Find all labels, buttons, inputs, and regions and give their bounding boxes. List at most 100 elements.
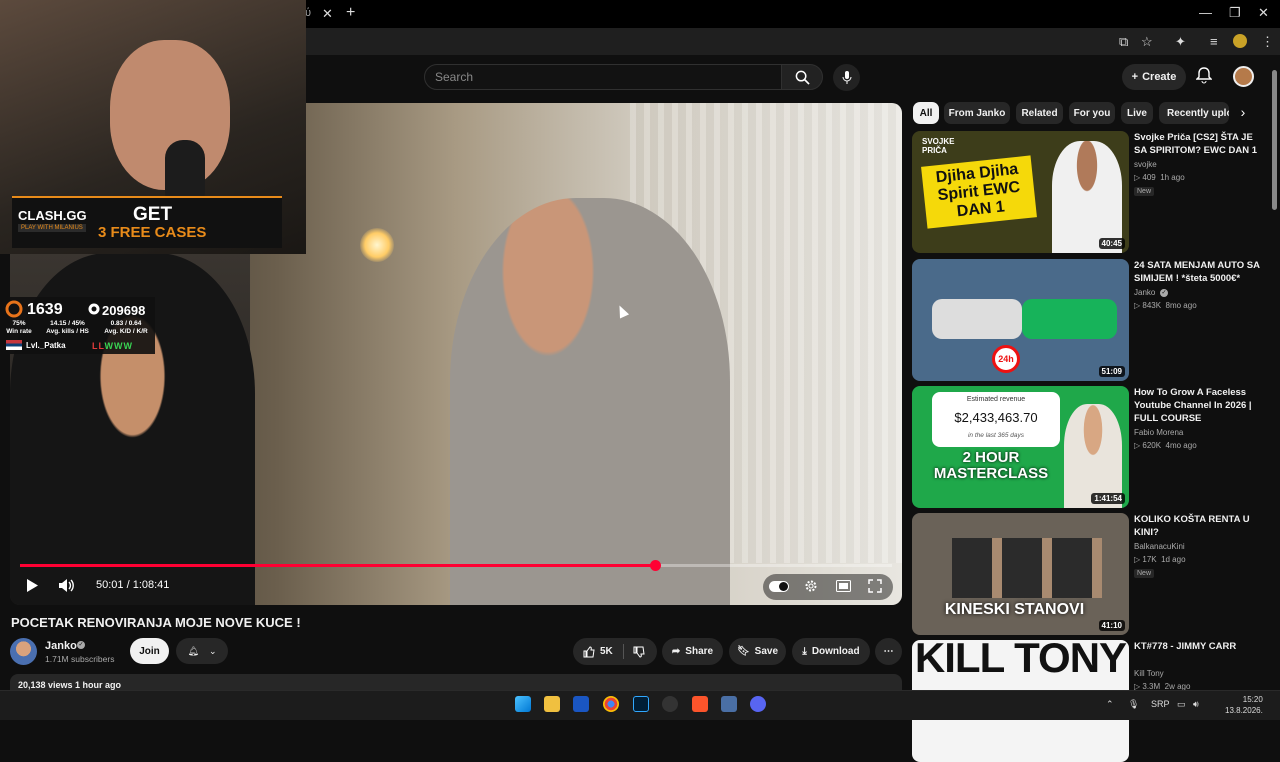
player-nickname: Lvl._Patka [26, 341, 66, 350]
window-close-icon[interactable]: ✕ [1258, 5, 1269, 21]
restore-icon[interactable]: ❐ [1229, 5, 1241, 21]
settings-gear-icon[interactable] [804, 579, 818, 593]
stat-kd-label: Avg. K/D / K/R [104, 328, 148, 335]
brave-icon[interactable] [692, 696, 708, 712]
rec-duration: 41:10 [1098, 620, 1125, 631]
chip-from-channel[interactable]: From Janko [944, 102, 1010, 124]
subscription-notifications-button[interactable]: 🔔︎ ⌄ [176, 638, 228, 664]
tray-mic-icon[interactable]: 🎙︎ [1128, 699, 1139, 710]
rec-thumbnail[interactable]: Estimated revenue $2,433,463.70 in the las… [912, 386, 1129, 508]
thumbs-down-icon[interactable] [633, 646, 645, 658]
rec-channel[interactable]: Fabio Morena [1134, 428, 1183, 437]
search-input[interactable]: Search [424, 64, 782, 90]
rec-thumbnail[interactable]: 24h 51:09 [912, 259, 1129, 381]
cast-icon[interactable]: ⧉ [1119, 34, 1128, 50]
notifications-bell-icon[interactable] [1196, 67, 1212, 84]
chip-recently-uploaded[interactable]: Recently uplo [1159, 102, 1229, 124]
search-button[interactable] [781, 64, 823, 90]
calculator-icon[interactable] [721, 696, 737, 712]
rec-title[interactable]: KOLIKO KOŠTA RENTA U KINI? [1134, 513, 1264, 539]
stat-kd-value: 0.83 / 0.64 [110, 320, 142, 327]
clock-time: 15:20 [1242, 695, 1263, 704]
stat-winrate: 75% Win rate [4, 320, 34, 336]
rec-channel[interactable]: svojke [1134, 160, 1157, 169]
like-count: 5K [600, 646, 613, 657]
new-tab-icon[interactable]: + [346, 4, 355, 22]
download-label: Download [811, 646, 860, 657]
discord-icon[interactable] [750, 696, 766, 712]
volume-icon[interactable] [58, 578, 76, 593]
join-button[interactable]: Join [130, 638, 169, 664]
plus-icon: + [1131, 71, 1139, 83]
like-button[interactable]: 5K [583, 645, 613, 658]
file-explorer-icon[interactable] [544, 696, 560, 712]
browser-profile-avatar[interactable] [1233, 34, 1247, 48]
video-lamp [360, 228, 394, 262]
thumb-headline: 24h [992, 345, 1020, 373]
account-avatar[interactable] [1233, 66, 1254, 87]
theater-mode-icon[interactable] [836, 580, 851, 592]
rec-thumbnail[interactable]: KINESKI STANOVI 41:10 [912, 513, 1129, 635]
rec-channel[interactable]: BalkanacuKini [1134, 542, 1185, 551]
create-button[interactable]: + Create [1122, 64, 1186, 90]
rec-views: 17K [1142, 555, 1157, 564]
verified-check-icon: ✓ [1160, 289, 1168, 297]
share-icon: ➦ [671, 646, 681, 657]
rec-title[interactable]: Svojke Priča [CS2] ŠTA JE SA SPIRITOM? E… [1134, 131, 1264, 157]
bookmark-star-icon[interactable]: ☆ [1141, 34, 1153, 50]
create-label: Create [1142, 71, 1177, 83]
chip-for-you[interactable]: For you [1069, 102, 1115, 124]
more-actions-button[interactable]: ⋯ [875, 638, 902, 665]
rec-views: 409 [1142, 173, 1156, 182]
network-icon[interactable]: ▭ [1177, 699, 1186, 710]
progress-played [20, 564, 655, 567]
clock[interactable]: 15:20 13.8.2026. [1225, 694, 1263, 716]
input-language[interactable]: SRP [1151, 699, 1170, 709]
fullscreen-icon[interactable] [868, 579, 882, 593]
rec-title[interactable]: How To Grow A Faceless Youtube Channel I… [1134, 386, 1264, 425]
thumb-tag: SVOJKE PRIČA [922, 137, 955, 155]
chip-live[interactable]: Live [1121, 102, 1153, 124]
progress-scrubber[interactable] [649, 560, 661, 571]
photoshop-icon[interactable] [633, 696, 649, 712]
tab-close-icon[interactable]: ✕ [322, 6, 333, 22]
stat-winrate-label: Win rate [6, 328, 32, 335]
rec-title[interactable]: 24 SATA MENJAM AUTO SA SIMIJEM ! *šteta … [1134, 259, 1264, 285]
chip-all[interactable]: All [913, 102, 939, 124]
autoplay-toggle[interactable] [769, 581, 789, 592]
minimize-icon[interactable]: — [1199, 5, 1212, 20]
chevron-right-icon[interactable]: › [1233, 104, 1253, 124]
video-title: POCETAK RENOVIRANJA MOJE NOVE KUCE ! [11, 615, 301, 630]
rec-title[interactable]: KT#778 - JIMMY CARR [1134, 640, 1264, 653]
clock-date: 13.8.2026. [1225, 706, 1263, 715]
verified-check-icon: ✓ [77, 641, 85, 649]
speaker-icon[interactable]: 🔊︎ [1193, 699, 1199, 710]
chip-related[interactable]: Related [1016, 102, 1063, 124]
play-icon[interactable] [25, 578, 39, 593]
channel-name[interactable]: Janko [45, 640, 77, 652]
rec-thumbnail[interactable]: SVOJKE PRIČA Djiha Djiha Spirit EWC DAN 1… [912, 131, 1129, 253]
stat-kills-value: 14.15 / 45% [50, 320, 85, 327]
rec-channel[interactable]: Janko [1134, 288, 1155, 297]
start-menu-icon[interactable] [515, 696, 531, 712]
share-button[interactable]: ➦ Share [662, 638, 723, 665]
voice-search-button[interactable] [833, 64, 860, 91]
chrome-icon[interactable] [603, 696, 619, 712]
description-box[interactable]: 20,138 views 1 hour ago [10, 674, 902, 690]
scrollbar-thumb[interactable] [1272, 70, 1277, 210]
vpn-app-icon[interactable] [573, 696, 589, 712]
sponsor-cases-text: 3 FREE CASES [98, 224, 207, 241]
extensions-icon[interactable]: ✦ [1175, 34, 1186, 50]
rec-channel[interactable]: Kill Tony [1134, 669, 1164, 678]
browser-menu-icon[interactable]: ⋮ [1261, 34, 1274, 50]
subscriber-count: 1.71M subscribers [45, 654, 115, 664]
download-icon: ⤓ [802, 646, 807, 657]
points-value: 209698 [102, 303, 146, 318]
download-button[interactable]: ⤓ Download [792, 638, 870, 665]
tray-chevron-icon[interactable]: ⌃ [1106, 699, 1114, 710]
save-button[interactable]: 🔖︎ Save [729, 638, 786, 665]
channel-avatar[interactable] [10, 638, 37, 665]
media-icon[interactable]: ≡ [1210, 34, 1218, 49]
obs-icon[interactable] [662, 696, 678, 712]
thumbs-up-icon [583, 645, 595, 657]
